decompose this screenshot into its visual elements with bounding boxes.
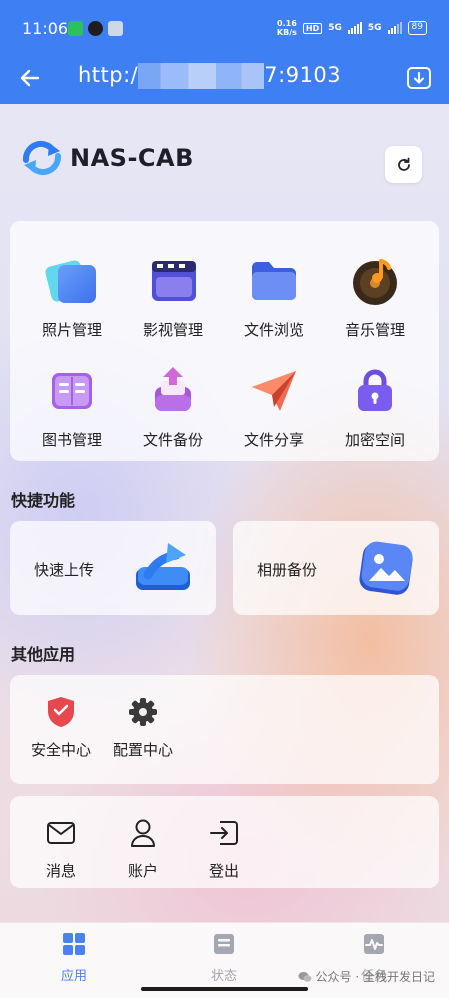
tool-icon: [108, 21, 123, 36]
app-books[interactable]: 图书管理: [22, 361, 122, 450]
book-icon: [42, 361, 102, 421]
album-icon: [359, 541, 413, 595]
tasks-icon: [364, 934, 384, 954]
signal-icon: [347, 22, 362, 34]
app-photos[interactable]: 照片管理: [22, 251, 122, 340]
shield-icon: [44, 695, 78, 729]
grid-icon: [63, 933, 85, 955]
refresh-icon: [397, 157, 410, 171]
music-icon: [345, 251, 405, 311]
nav-apps[interactable]: 应用: [34, 929, 114, 984]
upload-icon: [136, 543, 190, 590]
url-redacted: [138, 63, 265, 89]
status-indicators: 0.16 KB/s HD 5G 5G 89: [277, 19, 427, 37]
download-icon[interactable]: [405, 64, 433, 92]
refresh-button[interactable]: [385, 146, 422, 183]
app-backup[interactable]: 文件备份: [123, 361, 223, 450]
gear-icon: [126, 695, 160, 729]
messages-item[interactable]: 消息: [21, 816, 101, 881]
video-icon: [143, 251, 203, 311]
app-video[interactable]: 影视管理: [123, 251, 223, 340]
app-music[interactable]: 音乐管理: [325, 251, 425, 340]
security-center[interactable]: 安全中心: [21, 695, 101, 760]
other-apps-card: 安全中心 配置中心: [10, 675, 439, 784]
nav-status[interactable]: 状态: [184, 929, 264, 984]
net-speed: 0.16 KB/s: [276, 19, 297, 37]
app-share[interactable]: 文件分享: [224, 361, 324, 450]
app-grid-card: 照片管理 影视管理 文件浏览 音乐管理 图书管理 文件备份 文件分享 加密空间: [10, 221, 439, 461]
logout-item[interactable]: 登出: [184, 816, 264, 881]
lock-icon: [345, 361, 405, 421]
hd-badge: HD: [302, 22, 323, 34]
quick-section-title: 快捷功能: [11, 491, 76, 510]
other-section-title: 其他应用: [11, 645, 76, 664]
watermark: 公众号 · 全栈开发日记: [298, 968, 435, 985]
qq-icon: [88, 21, 103, 36]
app-header: http:/7:9103: [0, 52, 449, 104]
user-icon: [126, 816, 160, 850]
home-indicator[interactable]: [141, 987, 308, 991]
share-icon: [244, 361, 304, 421]
quick-upload-card[interactable]: 快速上传: [10, 521, 216, 615]
photos-icon: [42, 251, 102, 311]
album-backup-card[interactable]: 相册备份: [233, 521, 439, 615]
mail-icon: [44, 816, 78, 850]
brand-logo: NAS-CAB: [20, 138, 194, 178]
signal-icon: [387, 22, 402, 34]
url-title: http:/7:9103: [78, 63, 342, 89]
app-files[interactable]: 文件浏览: [224, 251, 324, 340]
nas-cab-logo-icon: [22, 140, 62, 176]
logout-icon: [207, 816, 241, 850]
status-bar: 11:06 0.16 KB/s HD 5G 5G 89: [0, 0, 449, 52]
brand-name: NAS-CAB: [70, 144, 194, 172]
account-card: 消息 账户 登出: [10, 796, 439, 888]
folder-icon: [244, 251, 304, 311]
backup-icon: [143, 361, 203, 421]
app-vault[interactable]: 加密空间: [325, 361, 425, 450]
sim1-label: 5G: [328, 23, 342, 33]
status-time: 11:06: [22, 19, 69, 38]
back-arrow-icon[interactable]: [18, 66, 42, 90]
sim2-label: 5G: [367, 23, 382, 33]
config-center[interactable]: 配置中心: [103, 695, 183, 760]
battery-indicator: 89: [407, 21, 427, 35]
status-icon: [214, 934, 234, 954]
account-item[interactable]: 账户: [103, 816, 183, 881]
wechat-icon: [68, 21, 83, 36]
wechat-official-icon: [298, 971, 312, 982]
